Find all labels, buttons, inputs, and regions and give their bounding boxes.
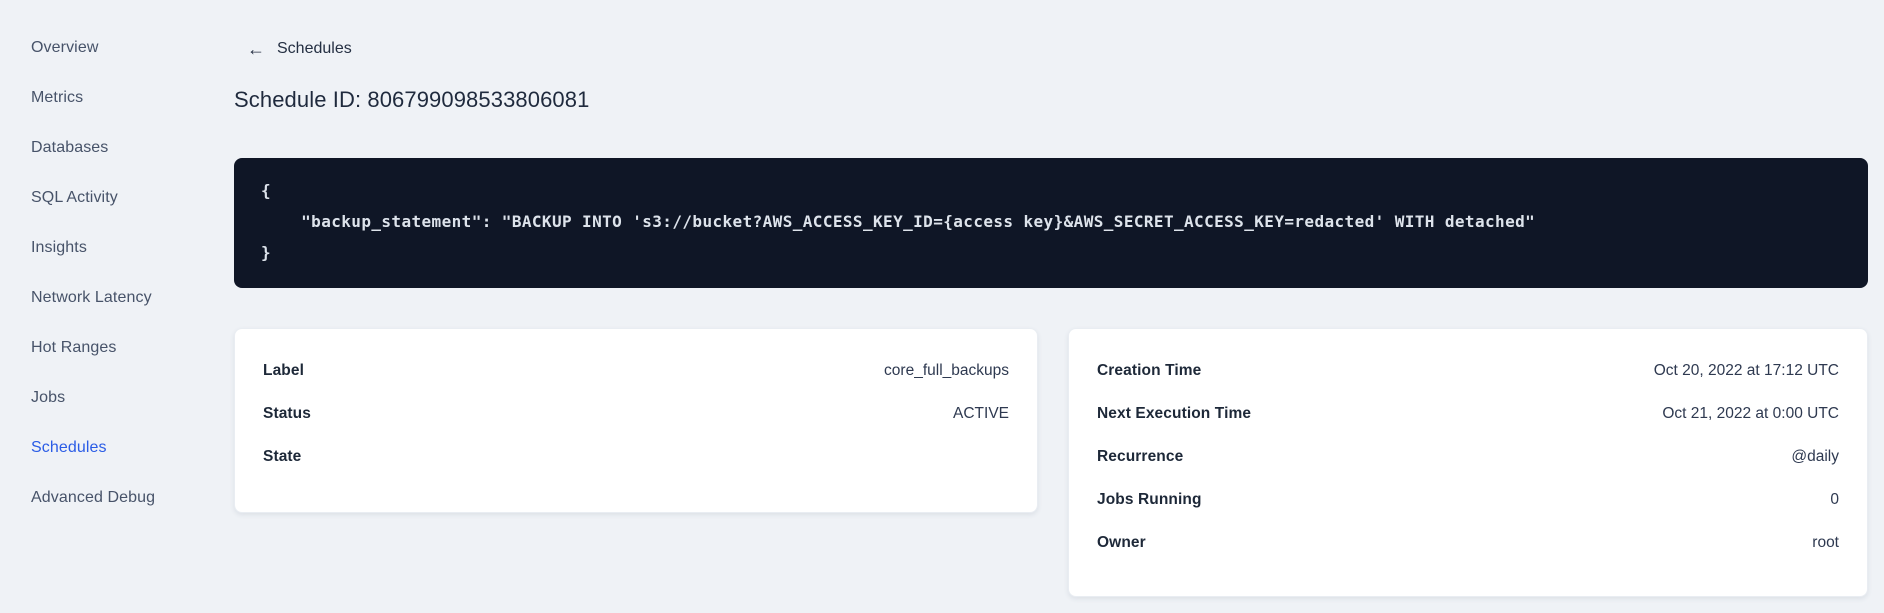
detail-label: Recurrence	[1097, 447, 1184, 465]
detail-row-creation-time: Creation Time Oct 20, 2022 at 17:12 UTC	[1097, 349, 1839, 392]
detail-label: Creation Time	[1097, 361, 1202, 379]
detail-label: Jobs Running	[1097, 490, 1202, 508]
schedule-detail-page: ← Schedules Schedule ID: 806799098533806…	[234, 0, 1868, 597]
code-line: "backup_statement": "BACKUP INTO 's3://b…	[261, 212, 1536, 231]
detail-value: root	[1812, 533, 1839, 551]
sidebar-item-schedules[interactable]: Schedules	[0, 423, 210, 473]
detail-label: Owner	[1097, 533, 1146, 551]
detail-row-recurrence: Recurrence @daily	[1097, 435, 1839, 478]
sidebar-item-jobs[interactable]: Jobs	[0, 373, 210, 423]
code-line: {	[261, 181, 272, 200]
sidebar-item-databases[interactable]: Databases	[0, 123, 210, 173]
back-link-label: Schedules	[277, 40, 352, 57]
sidebar-item-advanced-debug[interactable]: Advanced Debug	[0, 473, 210, 523]
detail-value: @daily	[1791, 447, 1839, 465]
detail-label: Label	[263, 361, 304, 379]
detail-row-jobs-running: Jobs Running 0	[1097, 478, 1839, 521]
sidebar-item-insights[interactable]: Insights	[0, 223, 210, 273]
page-title: Schedule ID: 806799098533806081	[234, 87, 590, 112]
schedule-summary-card: Label core_full_backups Status ACTIVE St…	[234, 328, 1038, 513]
back-arrow-icon: ←	[247, 39, 265, 59]
detail-label: Status	[263, 404, 311, 422]
backup-statement-code-block: { "backup_statement": "BACKUP INTO 's3:/…	[234, 158, 1868, 288]
sidebar-item-overview[interactable]: Overview	[0, 23, 210, 73]
detail-row-status: Status ACTIVE	[263, 392, 1009, 435]
schedule-timing-card: Creation Time Oct 20, 2022 at 17:12 UTC …	[1068, 328, 1868, 597]
detail-value: ACTIVE	[953, 404, 1009, 422]
code-line: }	[261, 243, 272, 262]
detail-row-label: Label core_full_backups	[263, 349, 1009, 392]
sidebar-item-network-latency[interactable]: Network Latency	[0, 273, 210, 323]
detail-row-owner: Owner root	[1097, 521, 1839, 564]
detail-row-state: State	[263, 435, 1009, 478]
detail-label: Next Execution Time	[1097, 404, 1252, 422]
sidebar-item-sql-activity[interactable]: SQL Activity	[0, 173, 210, 223]
sidebar: Overview Metrics Databases SQL Activity …	[0, 0, 210, 613]
back-to-schedules-link[interactable]: ← Schedules	[247, 40, 352, 58]
sidebar-item-metrics[interactable]: Metrics	[0, 73, 210, 123]
sidebar-item-hot-ranges[interactable]: Hot Ranges	[0, 323, 210, 373]
detail-value: 0	[1830, 490, 1839, 508]
detail-value: Oct 21, 2022 at 0:00 UTC	[1662, 404, 1839, 422]
detail-cards: Label core_full_backups Status ACTIVE St…	[234, 328, 1868, 597]
detail-label: State	[263, 447, 302, 465]
detail-value: core_full_backups	[884, 361, 1009, 379]
detail-value: Oct 20, 2022 at 17:12 UTC	[1653, 361, 1839, 379]
detail-row-next-execution-time: Next Execution Time Oct 21, 2022 at 0:00…	[1097, 392, 1839, 435]
